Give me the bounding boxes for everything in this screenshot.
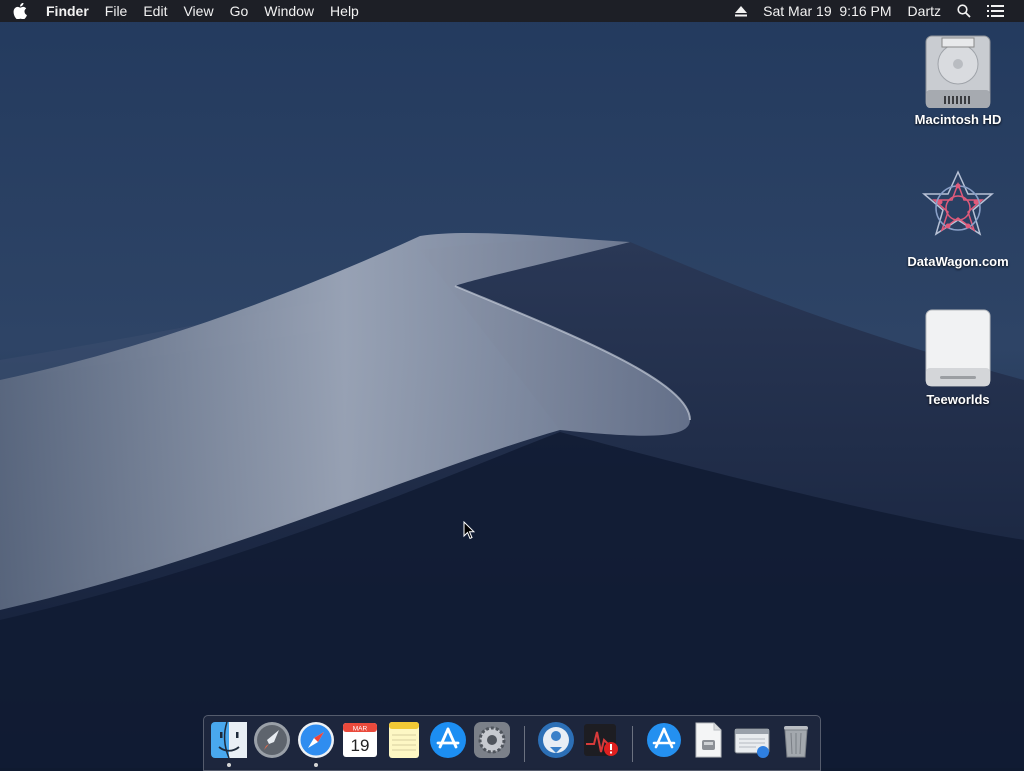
- desktop-icon-datawagon[interactable]: DataWagon.com: [903, 170, 1013, 269]
- safari-icon: [298, 722, 334, 758]
- applications-folder-icon: [647, 723, 681, 757]
- dock-downloader[interactable]: [536, 720, 576, 764]
- menu-bar-right: Sat Mar 19 9:16 PM Dartz: [727, 0, 1024, 22]
- finder-icon: [211, 721, 247, 759]
- desktop-icon-teeworlds[interactable]: Teeworlds: [903, 308, 1013, 407]
- spotlight-icon[interactable]: [949, 0, 979, 22]
- trash-icon: [784, 726, 808, 758]
- desktop-icon-label: Teeworlds: [926, 392, 990, 407]
- menu-edit[interactable]: Edit: [135, 0, 175, 22]
- menu-view[interactable]: View: [175, 0, 221, 22]
- notes-icon: [389, 722, 419, 758]
- menu-clock[interactable]: Sat Mar 19 9:16 PM: [755, 0, 899, 22]
- document-icon: [695, 722, 722, 758]
- menu-bar-left: Finder File Edit View Go Window Help: [0, 0, 367, 22]
- running-indicator: [314, 763, 318, 767]
- eject-icon[interactable]: [727, 0, 755, 22]
- dock-activity[interactable]: [580, 720, 620, 764]
- desktop-icon-label: DataWagon.com: [907, 254, 1009, 269]
- desktop-wallpaper: [0, 0, 1024, 768]
- menu-help[interactable]: Help: [322, 0, 367, 22]
- dock-finder[interactable]: [209, 720, 249, 767]
- dock-notes[interactable]: [384, 720, 424, 764]
- dock-separator: [524, 726, 525, 762]
- dock-trash[interactable]: [776, 720, 816, 764]
- menu-user-name[interactable]: Dartz: [900, 0, 949, 22]
- menu-file[interactable]: File: [97, 0, 136, 22]
- datawagon-disk-icon: [921, 170, 995, 236]
- dock-window[interactable]: [732, 720, 772, 764]
- menu-go[interactable]: Go: [222, 0, 257, 22]
- external-drive-icon: [925, 309, 991, 387]
- dock: MAR 19: [203, 715, 821, 771]
- dock-system-preferences[interactable]: [472, 720, 512, 764]
- launchpad-icon: [254, 722, 290, 758]
- calendar-day: 19: [351, 736, 370, 755]
- dock-app-store[interactable]: [428, 720, 468, 764]
- dock-calendar[interactable]: MAR 19: [340, 720, 380, 764]
- dock-safari[interactable]: [296, 720, 336, 767]
- apple-icon[interactable]: [0, 0, 40, 22]
- window-stack-icon: [734, 728, 770, 758]
- calendar-month: MAR: [353, 726, 368, 733]
- app-store-icon: [430, 722, 466, 758]
- system-preferences-icon: [474, 722, 510, 758]
- download-globe-icon: [538, 722, 574, 758]
- notification-center-icon[interactable]: [979, 0, 1012, 22]
- dock-applications-folder[interactable]: [644, 720, 684, 764]
- hard-drive-icon: [925, 35, 991, 108]
- desktop-icon-macintosh-hd[interactable]: Macintosh HD: [903, 32, 1013, 127]
- activity-alert-icon: [584, 724, 618, 756]
- dock-launchpad[interactable]: [252, 720, 292, 764]
- menu-app-name[interactable]: Finder: [40, 0, 97, 22]
- dock-document[interactable]: [688, 720, 728, 764]
- desktop-icon-label: Macintosh HD: [914, 112, 1002, 127]
- mouse-pointer-icon: [463, 521, 475, 540]
- menu-window[interactable]: Window: [256, 0, 322, 22]
- calendar-icon: MAR 19: [343, 723, 377, 757]
- running-indicator: [227, 763, 231, 767]
- menu-bar: Finder File Edit View Go Window Help Sat…: [0, 0, 1024, 22]
- dock-separator: [632, 726, 633, 762]
